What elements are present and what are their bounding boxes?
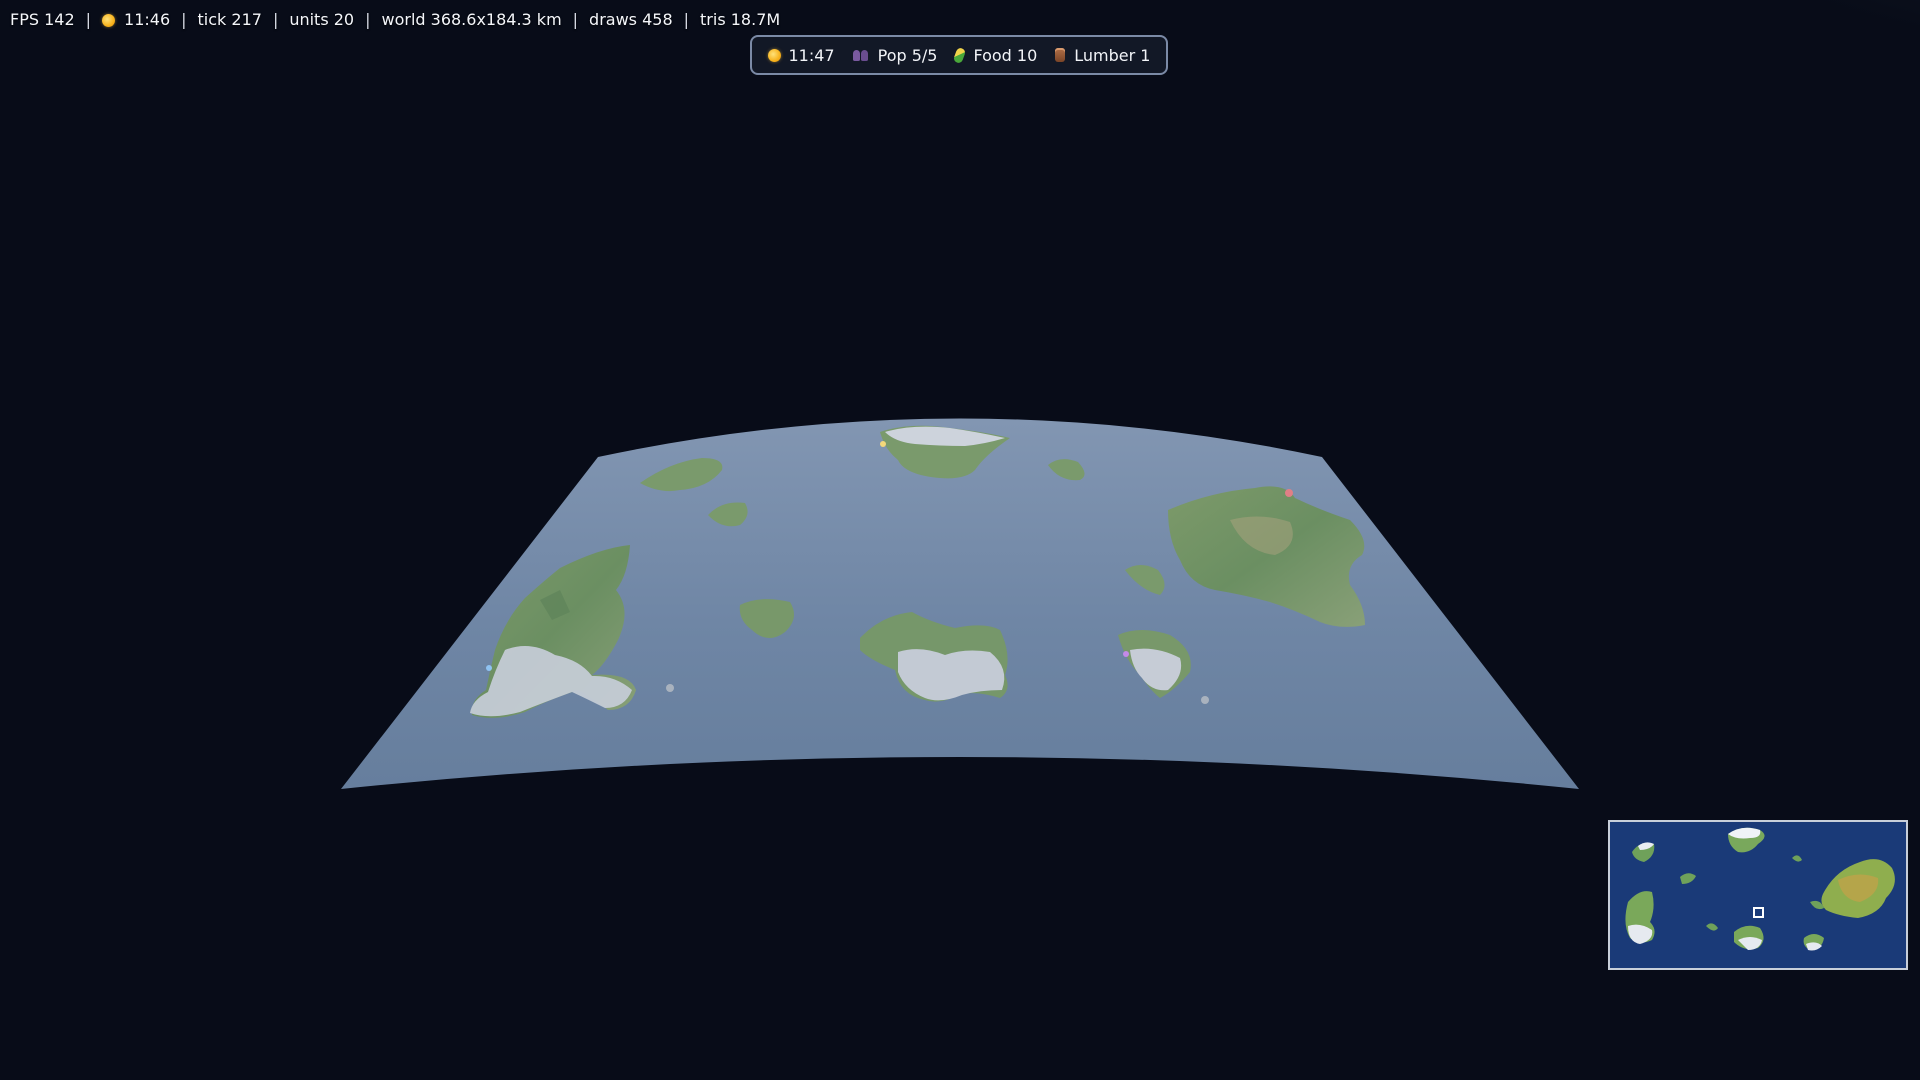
rock-islet xyxy=(1201,696,1209,704)
food-resource: Food 10 xyxy=(953,45,1038,65)
units-readout: units 20 xyxy=(289,10,355,29)
rock-islet xyxy=(666,684,674,692)
minimap-view-rect[interactable] xyxy=(1753,907,1764,918)
planet-edge-glow xyxy=(1700,0,1920,60)
separator: | xyxy=(683,10,690,29)
unit-marker[interactable] xyxy=(1123,651,1129,657)
separator: | xyxy=(272,10,279,29)
separator: | xyxy=(181,10,187,29)
sun-icon xyxy=(767,48,781,62)
unit-marker[interactable] xyxy=(1285,489,1293,497)
log-icon xyxy=(1055,48,1066,62)
minimap-terrain xyxy=(1625,827,1895,951)
time-resource: 11:47 xyxy=(767,45,835,65)
separator: | xyxy=(85,10,92,29)
population-icon xyxy=(852,49,869,61)
corn-icon xyxy=(953,46,967,64)
lumber-resource: Lumber 1 xyxy=(1055,46,1150,65)
unit-marker[interactable] xyxy=(880,441,886,447)
debug-overlay: FPS 142 | 11:46 | tick 217 | units 20 | … xyxy=(10,10,780,30)
fps-readout: FPS 142 xyxy=(10,10,75,29)
time-value: 11:47 xyxy=(788,45,835,65)
population-resource: Pop 5/5 xyxy=(852,45,938,65)
draws-readout: draws 458 xyxy=(589,10,673,29)
sun-icon xyxy=(102,13,116,27)
unit-marker[interactable] xyxy=(486,665,492,671)
separator: | xyxy=(365,10,371,29)
tris-readout: tris 18.7M xyxy=(700,10,781,29)
food-value: Food 10 xyxy=(973,45,1038,65)
population-value: Pop 5/5 xyxy=(877,45,938,65)
minimap[interactable] xyxy=(1608,820,1908,970)
world-size-readout: world 368.6x184.3 km xyxy=(381,10,562,29)
tick-readout: tick 217 xyxy=(197,10,262,29)
clock-readout: 11:46 xyxy=(124,10,171,29)
separator: | xyxy=(572,10,579,29)
lumber-value: Lumber 1 xyxy=(1074,45,1151,65)
resource-bar: 11:47 Pop 5/5 Food 10 Lumber 1 xyxy=(750,35,1168,75)
